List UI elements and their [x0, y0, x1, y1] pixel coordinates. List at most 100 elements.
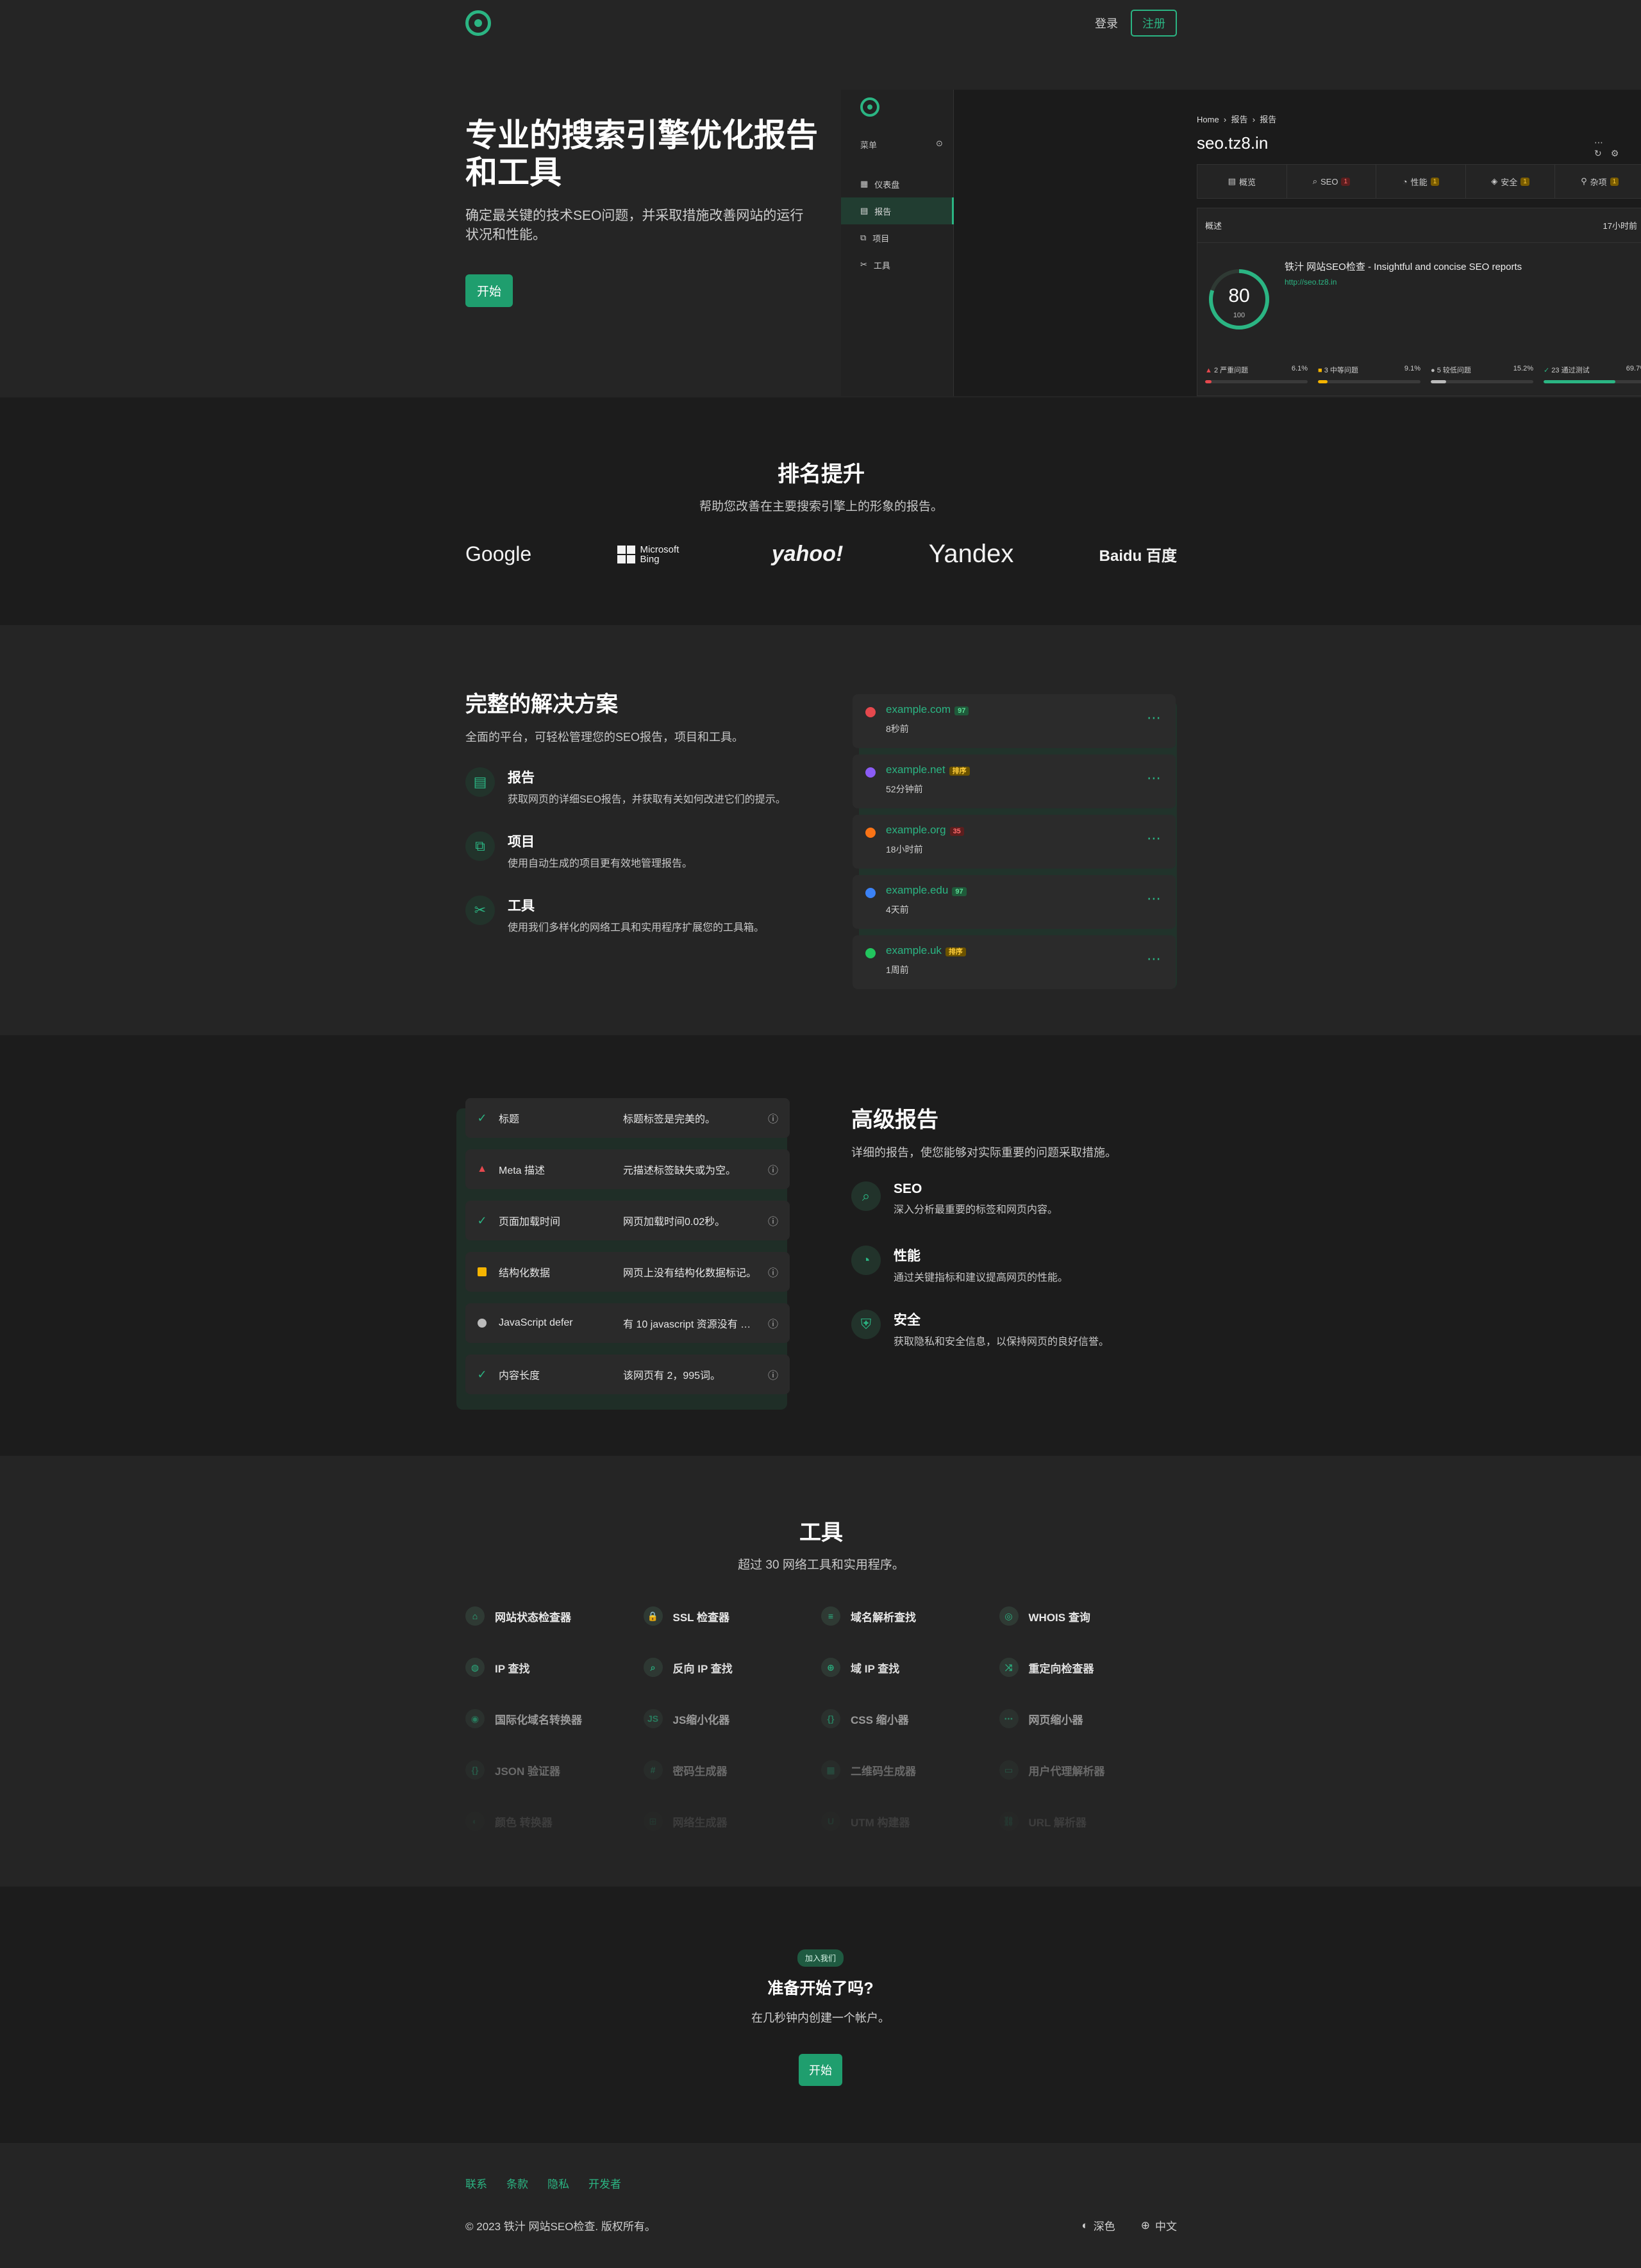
footer-link-terms[interactable]: 条款	[506, 2175, 528, 2191]
tool-link[interactable]: ⤨ 重定向检查器	[999, 1642, 1178, 1693]
preview-overview-card: 概述 17小时前 80 100 铁汁 网站SEO检查 - Insightful a…	[1197, 208, 1641, 396]
feature-reports: ▤ 报告 获取网页的详细SEO报告，并获取有关如何改进它们的提示。	[465, 767, 786, 806]
tool-link[interactable]: U UTM 构建器	[821, 1796, 999, 1847]
tool-link[interactable]: ◎ WHOIS 查询	[999, 1590, 1178, 1642]
domain-time: 18小时前	[886, 844, 923, 855]
preview-tab-seo: ⌕ SEO 1	[1287, 165, 1377, 198]
footer-link-privacy[interactable]: 隐私	[547, 2175, 569, 2191]
tools-icon: ✂	[465, 896, 495, 925]
gauge-icon: ◔	[851, 1246, 881, 1275]
preview-nav-projects: ⧉ 项目	[860, 233, 890, 244]
tool-link[interactable]: ⌂ 网站状态检查器	[465, 1590, 644, 1642]
settings-icon: ⚙	[1610, 148, 1628, 158]
domain-name[interactable]: example.uk 排序	[886, 944, 966, 957]
score-badge: 97	[952, 887, 967, 896]
tool-link[interactable]: ≡ 域名解析查找	[821, 1590, 999, 1642]
tool-icon: {}	[821, 1709, 840, 1728]
tool-icon: ◍	[465, 1658, 485, 1677]
preview-tab-overview: ▤ 概览	[1197, 165, 1287, 198]
hero-section: 专业的搜索引擎优化报告和工具 确定最关键的技术SEO问题，并采取措施改善网站的运…	[0, 46, 1641, 397]
tool-link[interactable]: {} CSS 缩小器	[821, 1693, 999, 1744]
notice-icon	[478, 1267, 487, 1276]
language-selector[interactable]: ⊕ 中文	[1141, 2217, 1177, 2233]
tool-link[interactable]: ⊞ 网络生成器	[643, 1796, 822, 1847]
ranking-title: 排名提升	[778, 462, 865, 487]
tools-subtitle: 超过 30 网络工具和实用程序。	[738, 1558, 904, 1572]
login-link[interactable]: 登录	[1095, 15, 1118, 31]
register-button[interactable]: 注册	[1131, 10, 1177, 37]
more-icon[interactable]: ⋯	[1147, 890, 1162, 907]
domain-card[interactable]: example.org 35 18小时前 ⋯	[853, 815, 1176, 869]
domain-name[interactable]: example.edu 97	[886, 884, 967, 897]
tool-link[interactable]: ▭ 用户代理解析器	[999, 1744, 1178, 1796]
tool-link[interactable]: ◉ 国际化域名转换器	[465, 1693, 644, 1744]
stat-passed: ✓ 23 通过测试69.7%	[1544, 365, 1641, 383]
more-icon[interactable]: ⋯	[1147, 830, 1162, 847]
cta-start-button[interactable]: 开始	[799, 2054, 842, 2086]
hero-subtitle: 确定最关键的技术SEO问题，并采取措施改善网站的运行状况和性能。	[465, 208, 804, 242]
feature-tools: ✂ 工具 使用我们多样化的网络工具和实用程序扩展您的工具箱。	[465, 896, 764, 934]
site-header: 登录 注册	[465, 0, 1177, 46]
tool-icon: ◎	[999, 1606, 1019, 1626]
advanced-subtitle: 详细的报告，使您能够对实际重要的问题采取措施。	[851, 1146, 1117, 1159]
check-name: JavaScript defer	[499, 1317, 573, 1328]
favicon-icon	[865, 948, 876, 958]
hero-title: 专业的搜索引擎优化报告和工具	[465, 117, 818, 190]
more-icon[interactable]: ⋯	[1147, 710, 1162, 726]
google-logo: Google	[465, 542, 532, 565]
preview-tab-misc: ⚲ 杂项 1	[1555, 165, 1641, 198]
tool-link[interactable]: ◍ IP 查找	[465, 1642, 644, 1693]
hero-start-button[interactable]: 开始	[465, 274, 513, 307]
tool-link[interactable]: JS JS缩小化器	[643, 1693, 822, 1744]
tool-link[interactable]: ⌕ 反向 IP 查找	[643, 1642, 822, 1693]
tool-icon: ◉	[465, 1709, 485, 1728]
preview-tab-security: ◈ 安全 1	[1466, 165, 1556, 198]
tool-icon: ≡	[821, 1606, 840, 1626]
advanced-section: ✓ 标题 标题标签是完美的。 ⓘ ▲ Meta 描述 元描述标签缺失或为空。 ⓘ ✓ 页面加载时间…	[0, 1035, 1641, 1456]
tool-icon: ◐	[465, 1812, 485, 1831]
feature-performance: ◔ 性能 通过关键指标和建议提高网页的性能。	[851, 1246, 1068, 1284]
tool-link[interactable]: {} JSON 验证器	[465, 1744, 644, 1796]
info-icon[interactable]: ⓘ	[756, 1315, 790, 1331]
feature-projects: ⧉ 项目 使用自动生成的项目更有效地管理报告。	[465, 831, 692, 870]
tool-link[interactable]: ▦ 二维码生成器	[821, 1744, 999, 1796]
tool-link[interactable]: ⋯ 网页缩小器	[999, 1693, 1178, 1744]
report-url: http://seo.tz8.in	[1285, 278, 1337, 287]
tool-link[interactable]: ⊕ 域 IP 查找	[821, 1642, 999, 1693]
check-row: 结构化数据 网页上没有结构化数据标记。 ⓘ	[465, 1252, 790, 1292]
info-icon[interactable]: ⓘ	[756, 1367, 790, 1382]
check-list: ✓ 标题 标题标签是完美的。 ⓘ ▲ Meta 描述 元描述标签缺失或为空。 ⓘ ✓ 页面加载时间…	[456, 1098, 796, 1410]
dashboard-icon: ▦	[860, 179, 869, 188]
info-icon[interactable]: ⓘ	[756, 1264, 790, 1280]
footer-link-developers[interactable]: 开发者	[588, 2175, 621, 2191]
domain-card[interactable]: example.edu 97 4天前 ⋯	[853, 875, 1176, 929]
info-icon[interactable]: ⓘ	[756, 1110, 790, 1126]
tool-link[interactable]: # 密码生成器	[643, 1744, 822, 1796]
tool-link[interactable]: ⛓ URL 解析器	[999, 1796, 1178, 1847]
logo-icon[interactable]	[465, 10, 491, 36]
ranking-subtitle: 帮助您改善在主要搜索引擎上的形象的报告。	[699, 500, 943, 513]
tools-title: 工具	[799, 1521, 843, 1545]
domain-card[interactable]: example.uk 排序 1周前 ⋯	[853, 935, 1176, 989]
theme-toggle[interactable]: ◐ 深色	[1081, 2217, 1115, 2233]
tool-icon: 🔒	[643, 1606, 663, 1626]
more-icon[interactable]: ⋯	[1147, 770, 1162, 787]
tool-link[interactable]: ◐ 颜色 转换器	[465, 1796, 644, 1847]
preview-tab-performance: ◔ 性能 1	[1376, 165, 1466, 198]
domain-card[interactable]: example.net 排序 52分钟前 ⋯	[853, 755, 1176, 808]
domain-name[interactable]: example.net 排序	[886, 763, 970, 776]
info-icon[interactable]: ⓘ	[756, 1213, 790, 1228]
domain-name[interactable]: example.com 97	[886, 703, 969, 716]
tool-icon: ⛓	[999, 1812, 1019, 1831]
tool-link[interactable]: 🔒 SSL 检查器	[643, 1590, 822, 1642]
score-badge: 97	[954, 706, 969, 715]
preview-nav-reports: ▤ 报告	[841, 197, 954, 224]
search-icon: ⌕	[851, 1181, 881, 1211]
footer-link-contact[interactable]: 联系	[465, 2175, 487, 2191]
domain-card[interactable]: example.com 97 8秒前 ⋯	[853, 694, 1176, 748]
domain-name[interactable]: example.org 35	[886, 824, 964, 837]
more-icon[interactable]: ⋯	[1147, 951, 1162, 967]
check-value: 网页上没有结构化数据标记。	[623, 1268, 756, 1279]
info-icon[interactable]: ⓘ	[756, 1162, 790, 1177]
tool-icon: ⊞	[643, 1812, 663, 1831]
